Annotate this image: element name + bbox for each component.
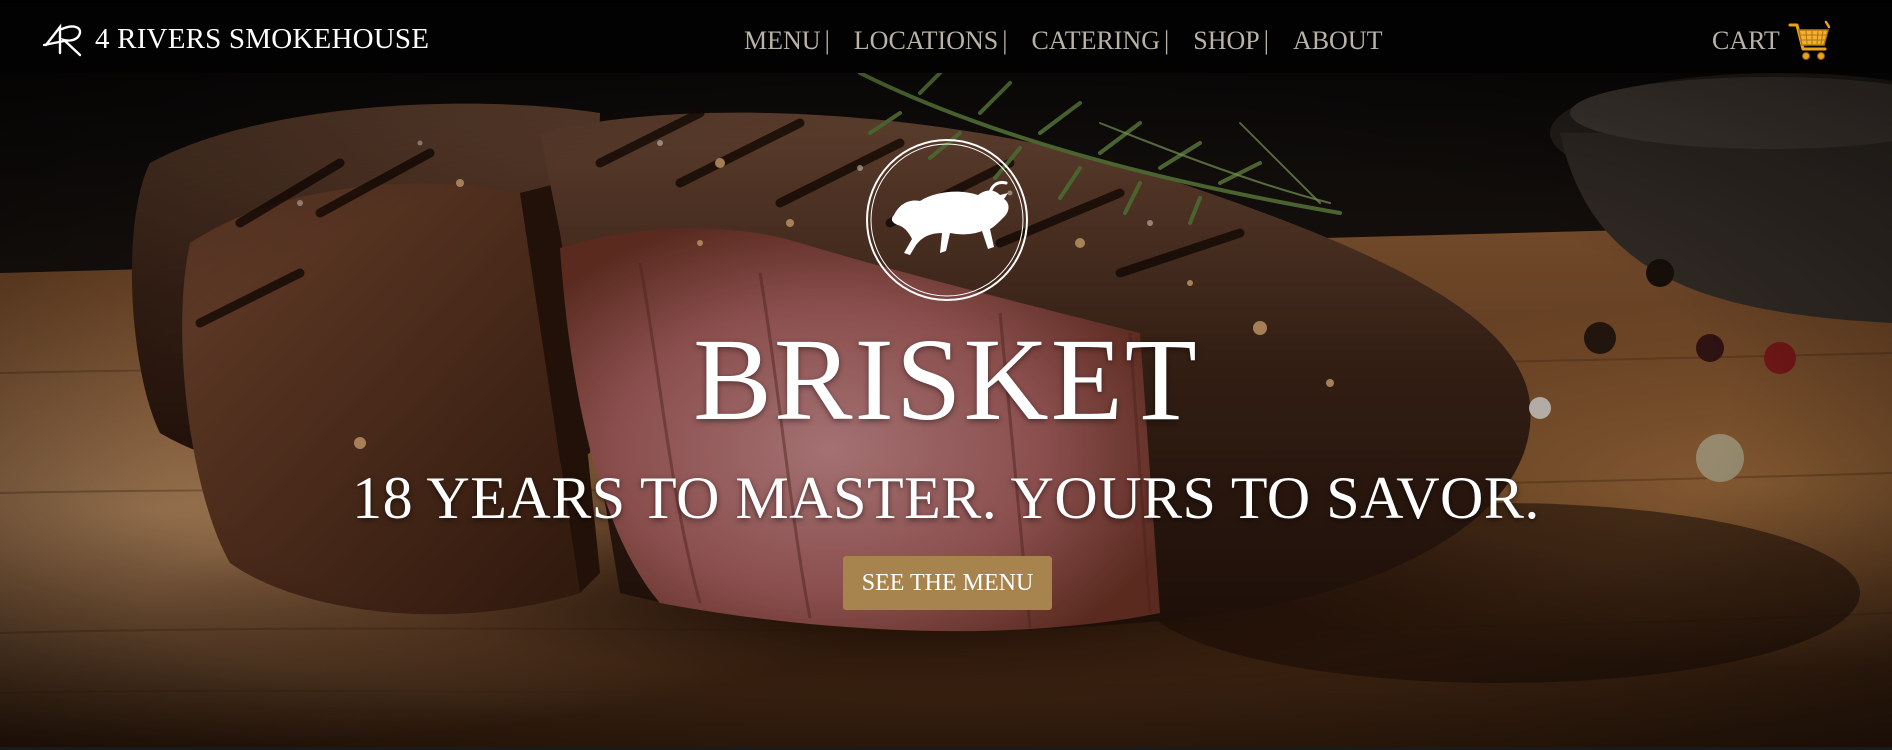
nav-separator: | (1263, 26, 1269, 55)
page: 4 RIVERS SMOKEHOUSE MENU | LOCATIONS | C… (0, 0, 1892, 750)
nav-item-label: LOCATIONS (853, 26, 999, 55)
4r-monogram-icon (42, 19, 86, 59)
brand-name: 4 RIVERS SMOKEHOUSE (95, 22, 430, 55)
brand-home-link[interactable]: 4 RIVERS SMOKEHOUSE (42, 19, 429, 59)
nav-item-shop[interactable]: SHOP | (1193, 26, 1293, 56)
hero-subtitle: 18 YEARS TO MASTER. YOURS TO SAVOR. (352, 465, 1540, 531)
nav-item-label: CATERING (1031, 26, 1161, 55)
shopping-cart-icon (1788, 19, 1832, 63)
hero-title: BRISKET (693, 314, 1199, 445)
see-the-menu-button[interactable]: SEE THE MENU (843, 556, 1052, 610)
bull-emblem-icon (866, 139, 1028, 301)
nav-item-about[interactable]: ABOUT (1293, 26, 1383, 56)
nav-item-label: SHOP (1193, 26, 1260, 55)
cart-link[interactable]: CART (1712, 19, 1832, 63)
nav-item-locations[interactable]: LOCATIONS | (854, 26, 1032, 56)
nav-item-label: ABOUT (1292, 26, 1383, 55)
top-navbar: 4 RIVERS SMOKEHOUSE MENU | LOCATIONS | C… (0, 3, 1892, 73)
nav-item-menu[interactable]: MENU | (744, 26, 854, 56)
main-nav: MENU | LOCATIONS | CATERING | SHOP | ABO… (744, 23, 1383, 59)
nav-separator: | (1002, 26, 1008, 55)
nav-separator: | (1164, 26, 1170, 55)
nav-item-catering[interactable]: CATERING | (1031, 26, 1193, 56)
nav-separator: | (824, 26, 830, 55)
cart-label: CART (1712, 26, 1780, 55)
hero-section: BRISKET 18 YEARS TO MASTER. YOURS TO SAV… (0, 73, 1892, 747)
nav-item-label: MENU (744, 26, 821, 55)
